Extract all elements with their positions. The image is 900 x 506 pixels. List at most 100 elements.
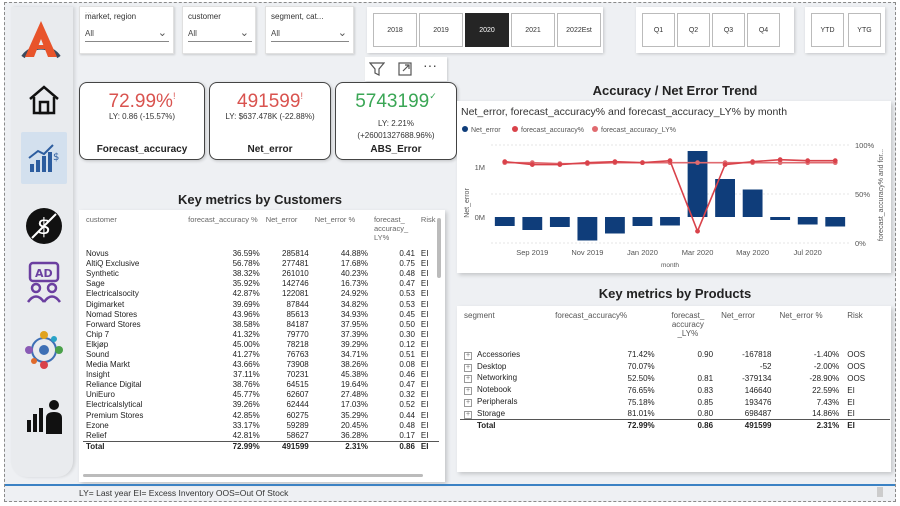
page-scroll-handle[interactable] [877, 487, 883, 497]
bar-net-error[interactable] [494, 217, 515, 226]
column-header[interactable]: Net_error % [775, 311, 843, 349]
forecast-accuracy-ly-point[interactable] [695, 160, 700, 166]
table-row[interactable]: + Networking 52.50% 0.81 -379134 -28.90% OOS [460, 373, 890, 385]
table-row[interactable]: Digimarket 39.69% 87844 34.82% 0.53 EI [83, 299, 439, 309]
finance-growth-icon[interactable]: $ [21, 132, 67, 184]
bar-net-error[interactable] [797, 217, 818, 225]
table-row[interactable]: Reliance Digital 38.76% 64515 19.64% 0.47 EI [83, 380, 439, 390]
more-options-icon[interactable]: ··· [423, 57, 437, 73]
forecast-accuracy-point[interactable] [584, 160, 590, 166]
table-row[interactable]: Insight 37.11% 70231 45.38% 0.46 EI [83, 370, 439, 380]
bar-net-error[interactable] [770, 217, 791, 220]
forecast-accuracy-point[interactable] [502, 159, 508, 165]
chevron-down-icon[interactable]: ⌄ [240, 26, 249, 39]
expand-plus-icon[interactable]: + [464, 410, 472, 419]
horizontal-scrollbar[interactable] [83, 474, 423, 477]
table-row[interactable]: Elkjøp 45.00% 78218 39.29% 0.12 EI [83, 340, 439, 350]
year-tile-2022Est[interactable]: 2022Est [557, 13, 601, 47]
expand-plus-icon[interactable]: + [464, 363, 472, 372]
table-row[interactable]: Sage 35.92% 142746 16.73% 0.47 EI [83, 279, 439, 289]
table-row[interactable]: Media Markt 43.66% 73908 38.26% 0.08 EI [83, 360, 439, 370]
kpi-card-net-error[interactable]: 491599! LY: $637.478K (-22.88%) Net_error [209, 82, 331, 160]
home-icon[interactable] [21, 77, 67, 123]
column-header[interactable]: Net_error [717, 311, 775, 349]
table-row[interactable]: AltiQ Exclusive 56.78% 277481 17.68% 0.75 EI [83, 259, 439, 269]
forecast-accuracy-point[interactable] [529, 162, 535, 167]
kpi-card-forecast-accuracy[interactable]: 72.99%! LY: 0.86 (-15.57%) Forecast_accura… [79, 82, 205, 160]
table-row[interactable]: Electricalsocity 42.87% 122081 24.92% 0.53 EI [83, 289, 439, 299]
table-row[interactable]: + Desktop 70.07% -52 -2.00% OOS [460, 361, 890, 373]
chevron-down-icon[interactable]: ⌄ [338, 26, 347, 39]
column-header[interactable]: forecast_ accuracy _LY% [659, 311, 717, 349]
quarter-tile-q4[interactable]: Q4 [747, 13, 780, 47]
market-region-slicer[interactable]: ··· market, region All ⌄ [79, 6, 174, 54]
year-tile-2019[interactable]: 2019 [419, 13, 463, 47]
forecast-accuracy-point[interactable] [667, 158, 673, 164]
forecast-accuracy-point[interactable] [557, 162, 563, 167]
table-row[interactable]: + Notebook 76.65% 0.83 146640 22.59% EI [460, 384, 890, 396]
column-header[interactable]: segment [460, 311, 551, 349]
year-tile-2018[interactable]: 2018 [373, 13, 417, 47]
ad-people-icon[interactable]: AD [21, 259, 67, 305]
table-row[interactable]: + Accessories 71.42% 0.90 -167818 -1.40% OOS [460, 349, 890, 361]
column-header[interactable]: customer [83, 215, 185, 249]
column-header[interactable]: forecast_accuracy% [551, 311, 659, 349]
expand-plus-icon[interactable]: + [464, 351, 472, 360]
table-row[interactable]: Forward Stores 38.58% 84187 37.95% 0.50 EI [83, 320, 439, 330]
column-header[interactable]: Risk [418, 215, 439, 249]
ytg-button[interactable]: YTG [848, 13, 881, 47]
forecast-accuracy-point[interactable] [612, 159, 618, 165]
year-tile-2021[interactable]: 2021 [511, 13, 555, 47]
forecast-accuracy-point[interactable] [832, 158, 838, 164]
expand-plus-icon[interactable]: + [464, 399, 472, 408]
filter-icon[interactable] [368, 61, 386, 82]
bar-net-error[interactable] [549, 217, 570, 227]
ytd-button[interactable]: YTD [811, 13, 844, 47]
bar-net-error[interactable] [825, 217, 846, 227]
bar-net-error[interactable] [522, 217, 543, 230]
bar-net-error[interactable] [605, 217, 625, 234]
quarter-tile-q2[interactable]: Q2 [677, 13, 710, 47]
column-header[interactable]: Net_error % [312, 215, 371, 249]
table-row[interactable]: Sound 41.27% 76763 34.71% 0.51 EI [83, 350, 439, 360]
quarter-tile-q1[interactable]: Q1 [642, 13, 675, 47]
expand-plus-icon[interactable]: + [464, 375, 472, 384]
kpi-card-abs-error[interactable]: 5743199✓ LY: 2.21% (+26001327688.96%) ABS_E… [335, 82, 457, 160]
bar-net-error[interactable] [632, 217, 653, 226]
bar-net-error[interactable] [577, 217, 598, 241]
table-row[interactable]: Chip 7 41.32% 79770 37.39% 0.30 EI [83, 330, 439, 340]
table-row[interactable]: + Peripherals 75.18% 0.85 193476 7.43% EI [460, 396, 890, 408]
slicer-value[interactable]: All [85, 29, 169, 42]
bar-net-error[interactable] [660, 217, 680, 226]
table-row[interactable]: Ezone 33.17% 59289 20.45% 0.48 EI [83, 421, 439, 431]
table-row[interactable]: Electricalslytical 39.26% 62444 17.03% 0.52 E… [83, 400, 439, 410]
year-tile-2020[interactable]: 2020 [465, 13, 509, 47]
network-icon[interactable] [21, 327, 67, 373]
chevron-down-icon[interactable]: ⌄ [158, 26, 167, 39]
customer-slicer[interactable]: customer All ⌄ [182, 6, 256, 54]
column-header[interactable]: forecast_ accuracy_ LY% [371, 215, 418, 249]
table-row[interactable]: UniEuro 45.77% 62607 27.48% 0.32 EI [83, 390, 439, 400]
segment-slicer[interactable]: segment, cat... All ⌄ [265, 6, 354, 54]
table-row[interactable]: + Storage 81.01% 0.80 698487 14.86% EI [460, 408, 890, 420]
forecast-accuracy-point[interactable] [805, 158, 811, 164]
table-row[interactable]: Synthetic 38.32% 261010 40.23% 0.48 EI [83, 269, 439, 279]
executive-icon[interactable] [21, 393, 67, 439]
bar-net-error[interactable] [742, 189, 763, 218]
quarter-tile-q3[interactable]: Q3 [712, 13, 745, 47]
table-row[interactable]: Novus 36.59% 285814 44.88% 0.41 EI [83, 249, 439, 259]
table-row[interactable]: Relief 42.81% 58627 36.28% 0.17 EI [83, 431, 439, 442]
column-header[interactable]: Risk [843, 311, 890, 349]
forecast-accuracy-point[interactable] [722, 162, 728, 167]
column-header[interactable]: forecast_accuracy % [185, 215, 263, 249]
forecast-accuracy-point[interactable] [640, 160, 645, 166]
forecast-accuracy-point[interactable] [777, 157, 783, 163]
forecast-accuracy-point[interactable] [750, 159, 756, 165]
bar-net-error[interactable] [715, 179, 735, 217]
table-row[interactable]: Nomad Stores 43.96% 85613 34.93% 0.45 EI [83, 310, 439, 320]
focus-mode-icon[interactable] [397, 61, 413, 82]
column-header[interactable]: Net_error [263, 215, 312, 249]
dollar-circle-icon[interactable]: $ [21, 203, 67, 249]
expand-plus-icon[interactable]: + [464, 387, 472, 396]
table-row[interactable]: Premium Stores 42.85% 60275 35.29% 0.44 EI [83, 411, 439, 421]
